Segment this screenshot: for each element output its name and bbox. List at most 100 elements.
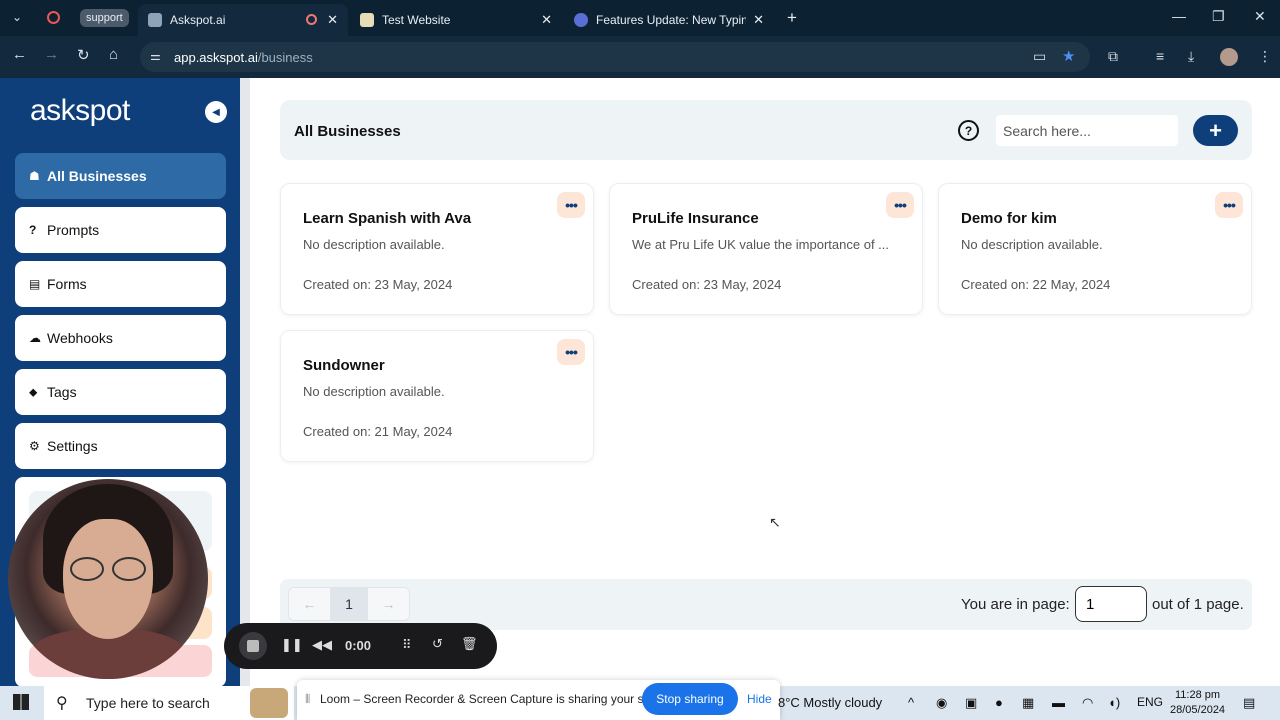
restart-icon[interactable]: ↺ (432, 636, 443, 652)
pause-icon[interactable]: ❚❚ (281, 637, 303, 653)
more-options-icon[interactable]: ••• (1215, 192, 1243, 218)
language-indicator[interactable]: ENG (1137, 695, 1163, 709)
home-icon[interactable]: ⌂ (109, 46, 118, 63)
tray-app-icon[interactable]: ▣ (965, 695, 977, 711)
page-number-input[interactable] (1075, 586, 1147, 622)
site-settings-icon[interactable]: ⚌ (150, 49, 161, 63)
close-window-icon[interactable]: ✕ (1254, 8, 1266, 25)
prev-page-button[interactable]: ← (288, 587, 331, 621)
next-page-button[interactable]: → (367, 587, 410, 621)
tray-record-icon[interactable]: ◉ (936, 695, 947, 711)
url-domain: app.askspot.ai (174, 49, 258, 65)
webcam-bubble[interactable] (8, 479, 208, 679)
forward-icon[interactable]: → (44, 46, 59, 63)
question-icon: ? (29, 223, 37, 237)
business-card[interactable]: Demo for kim No description available. C… (938, 183, 1252, 315)
tags-icon: ⬥ (29, 384, 38, 399)
more-options-icon[interactable]: ••• (557, 192, 585, 218)
website-favicon-icon (360, 13, 374, 27)
stop-recording-icon[interactable] (239, 632, 267, 660)
tab-features-update[interactable]: Features Update: New Typing A ✕ (564, 4, 774, 36)
webcam-glasses (70, 557, 148, 581)
reload-icon[interactable]: ↻ (77, 46, 90, 64)
page-number-button[interactable]: 1 (331, 587, 367, 621)
close-tab-icon[interactable]: ✕ (753, 12, 764, 28)
recorder-controls: ❚❚ ◀◀ 0:00 ⠿ ↺ 🗑 (224, 623, 497, 669)
tab-search-chevron-icon[interactable]: ⌄ (12, 10, 22, 24)
microphone-icon[interactable]: ● (995, 695, 1003, 710)
notifications-icon[interactable]: ▤ (1243, 695, 1255, 711)
taskbar-clock[interactable]: 11:28 pm 28/05/2024 (1170, 688, 1225, 718)
drag-grip-icon[interactable]: ⦀ (305, 692, 310, 707)
page-info-prefix: You are in page: (961, 596, 1070, 613)
help-icon[interactable]: ? (958, 120, 979, 141)
minimize-icon[interactable]: — (1172, 8, 1186, 24)
download-icon[interactable]: ⤓ (1188, 48, 1194, 65)
recording-timer: 0:00 (345, 638, 372, 653)
back-icon[interactable]: ← (12, 46, 27, 63)
weather-text[interactable]: 8°C Mostly cloudy (778, 695, 882, 710)
tray-display-icon[interactable]: ▦ (1022, 695, 1034, 711)
camera-icon[interactable]: ▭ (1033, 48, 1046, 65)
sidebar-item-label: All Businesses (47, 168, 147, 184)
sidebar-item-forms[interactable]: ▤ Forms (15, 261, 226, 307)
more-options-icon[interactable]: ••• (886, 192, 914, 218)
drag-handle-icon[interactable]: ⠿ (402, 637, 412, 653)
stop-sharing-button[interactable]: Stop sharing (642, 683, 738, 715)
briefcase-icon: ☗ (29, 169, 40, 183)
mouse-cursor-icon: ↖ (769, 514, 781, 530)
browser-menu-icon[interactable]: ⋮ (1258, 48, 1272, 65)
delete-icon[interactable]: 🗑 (461, 636, 478, 652)
extensions-icon[interactable]: ⧉ (1108, 48, 1118, 65)
sidebar-item-label: Settings (47, 438, 98, 454)
webhook-icon: ☁ (29, 331, 41, 345)
wifi-icon[interactable]: ◠ (1082, 695, 1093, 711)
add-business-button[interactable]: + (1193, 115, 1238, 146)
address-bar[interactable]: ⚌ app.askspot.ai/business ▭ ★ (140, 42, 1090, 72)
sidebar-item-label: Prompts (47, 222, 100, 238)
tab-label: Features Update: New Typing A (596, 13, 746, 27)
rewind-icon[interactable]: ◀◀ (312, 637, 332, 653)
show-hidden-icons-icon[interactable]: ^ (908, 695, 914, 710)
business-card[interactable]: Learn Spanish with Ava No description av… (280, 183, 594, 315)
volume-icon[interactable]: ◖) (1108, 695, 1120, 710)
profile-avatar[interactable] (1220, 48, 1238, 66)
sidebar-item-all-businesses[interactable]: ☗ All Businesses (15, 153, 226, 199)
sidebar-item-tags[interactable]: ⬥ Tags (15, 369, 226, 415)
business-created-date: Created on: 23 May, 2024 (303, 277, 453, 292)
tab-group-chip[interactable]: support (80, 9, 129, 27)
tab-askspot[interactable]: Askspot.ai ✕ (138, 4, 348, 36)
restore-icon[interactable]: ❐ (1212, 8, 1225, 25)
arrow-right-icon: → (381, 596, 396, 612)
form-icon: ▤ (29, 277, 41, 291)
sidebar-item-label: Webhooks (47, 330, 113, 346)
business-description: No description available. (303, 384, 445, 399)
taskbar-search-input[interactable]: ⚲ Type here to search (44, 686, 294, 720)
search-highlight-icon (250, 688, 288, 718)
battery-icon[interactable]: ▬ (1052, 695, 1065, 710)
bookmark-star-icon[interactable]: ★ (1062, 47, 1075, 65)
sidebar-item-prompts[interactable]: ? Prompts (15, 207, 226, 253)
business-name: Learn Spanish with Ava (303, 210, 472, 227)
close-tab-icon[interactable]: ✕ (327, 12, 338, 28)
clock-date: 28/05/2024 (1170, 704, 1226, 716)
business-card[interactable]: PruLife Insurance We at Pru Life UK valu… (609, 183, 923, 315)
business-card[interactable]: Sundowner No description available. Crea… (280, 330, 594, 462)
close-tab-icon[interactable]: ✕ (541, 12, 552, 28)
sidebar-item-webhooks[interactable]: ☁ Webhooks (15, 315, 226, 361)
new-tab-icon[interactable]: + (787, 8, 797, 28)
recording-icon (47, 11, 60, 24)
gear-icon: ⚙ (29, 439, 40, 453)
search-input[interactable] (996, 115, 1178, 146)
browser-tab-bar: ⌄ support Askspot.ai ✕ Test Website ✕ Fe… (0, 0, 1280, 36)
more-options-icon[interactable]: ••• (557, 339, 585, 365)
hide-sharing-bar-button[interactable]: Hide (747, 692, 772, 706)
business-name: Demo for kim (961, 210, 1057, 227)
windows-start-icon[interactable] (13, 694, 29, 710)
sidebar-scrollbar[interactable] (240, 78, 250, 686)
gear-favicon-icon (574, 13, 588, 27)
media-control-icon[interactable]: ≡ (1156, 48, 1164, 64)
tab-test-website[interactable]: Test Website ✕ (350, 4, 562, 36)
collapse-sidebar-button[interactable]: ◀ (205, 101, 227, 123)
sidebar-item-settings[interactable]: ⚙ Settings (15, 423, 226, 469)
